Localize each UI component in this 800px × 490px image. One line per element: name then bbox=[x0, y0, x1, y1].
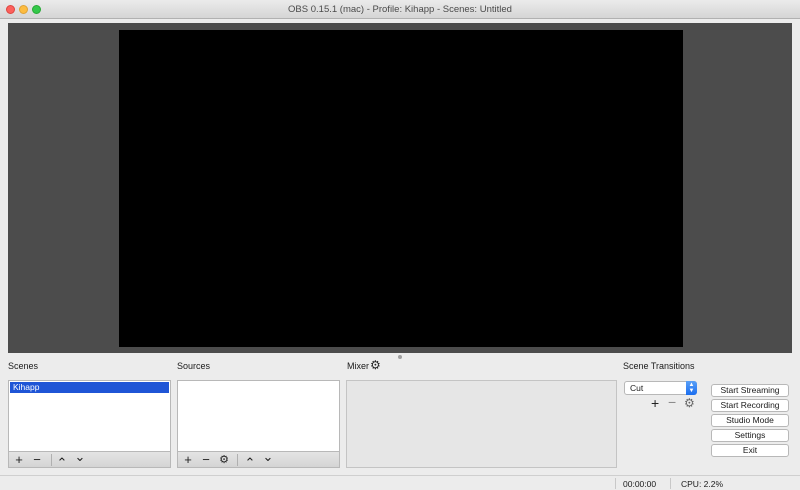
scene-item-kihapp[interactable]: Kihapp bbox=[10, 382, 169, 393]
start-recording-button[interactable]: Start Recording bbox=[711, 399, 789, 412]
sources-toolbar: + − ⚙ ⌃ ⌄ bbox=[177, 450, 340, 470]
status-divider bbox=[670, 478, 671, 489]
add-scene-button[interactable]: + bbox=[12, 453, 26, 467]
toolbar-divider bbox=[51, 454, 52, 466]
toolbar-divider bbox=[237, 454, 238, 466]
move-source-down-button[interactable]: ⌄ bbox=[261, 450, 275, 464]
sources-label: Sources bbox=[177, 361, 211, 371]
transition-selected-value: Cut bbox=[630, 383, 644, 393]
remove-source-button[interactable]: − bbox=[199, 453, 213, 467]
window-titlebar: OBS 0.15.1 (mac) - Profile: Kihapp - Sce… bbox=[0, 0, 800, 19]
studio-mode-button[interactable]: Studio Mode bbox=[711, 414, 789, 427]
scenes-label: Scenes bbox=[8, 361, 39, 371]
move-scene-up-button[interactable]: ⌃ bbox=[55, 456, 69, 470]
exit-button[interactable]: Exit bbox=[711, 444, 789, 457]
splitter-handle[interactable] bbox=[398, 355, 402, 359]
preview-area[interactable] bbox=[8, 23, 792, 353]
remove-scene-button[interactable]: − bbox=[30, 453, 44, 467]
start-streaming-button[interactable]: Start Streaming bbox=[711, 384, 789, 397]
source-properties-gear-icon[interactable]: ⚙ bbox=[217, 453, 231, 467]
add-transition-button[interactable]: + bbox=[651, 395, 659, 411]
scenes-list[interactable]: Kihapp bbox=[8, 380, 171, 452]
scenes-toolbar: + − ⌃ ⌄ bbox=[8, 450, 171, 470]
move-scene-down-button[interactable]: ⌄ bbox=[73, 450, 87, 464]
transition-properties-gear-icon[interactable]: ⚙ bbox=[684, 396, 695, 410]
move-source-up-button[interactable]: ⌃ bbox=[243, 456, 257, 470]
add-source-button[interactable]: + bbox=[181, 453, 195, 467]
status-bar: 00:00:00 CPU: 2.2% bbox=[0, 475, 800, 490]
mixer-gear-icon[interactable]: ⚙ bbox=[370, 358, 381, 372]
sources-list[interactable] bbox=[177, 380, 340, 452]
select-arrows-icon: ▲ ▼ bbox=[686, 381, 697, 395]
remove-transition-button[interactable]: − bbox=[668, 394, 676, 410]
transition-select[interactable]: Cut ▲ ▼ bbox=[624, 381, 697, 395]
window-title: OBS 0.15.1 (mac) - Profile: Kihapp - Sce… bbox=[288, 4, 512, 15]
stream-time: 00:00:00 bbox=[623, 479, 657, 489]
scene-transitions-label: Scene Transitions bbox=[623, 361, 695, 371]
cpu-usage: CPU: 2.2% bbox=[681, 479, 724, 489]
settings-button[interactable]: Settings bbox=[711, 429, 789, 442]
mixer-panel bbox=[346, 380, 617, 468]
status-divider bbox=[615, 478, 616, 489]
preview-canvas[interactable] bbox=[119, 30, 683, 347]
mixer-label: Mixer bbox=[347, 361, 369, 371]
